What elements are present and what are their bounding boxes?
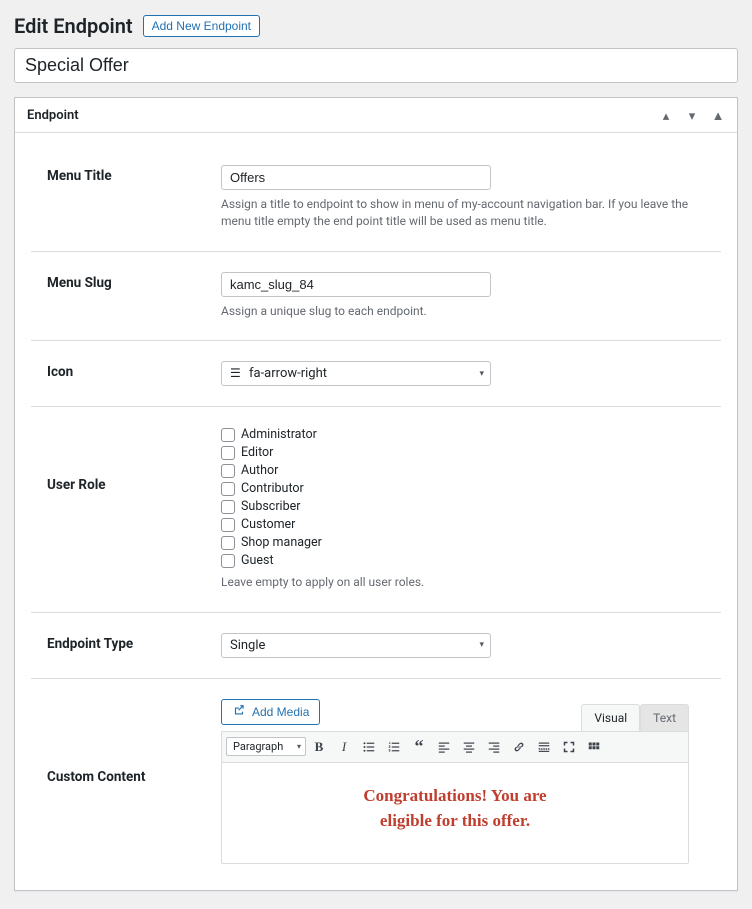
add-new-endpoint-button[interactable]: Add New Endpoint	[143, 15, 260, 37]
page-title: Edit Endpoint	[14, 14, 133, 38]
role-option-editor[interactable]: Editor	[221, 445, 721, 460]
metabox-title: Endpoint	[27, 108, 79, 123]
endpoint-type-select[interactable]: Single ▾	[221, 633, 491, 658]
checkbox-icon[interactable]	[221, 554, 235, 568]
media-icon	[232, 704, 246, 720]
role-option-author[interactable]: Author	[221, 463, 721, 478]
tab-visual[interactable]: Visual	[581, 704, 640, 731]
editor-content-area[interactable]: Congratulations! You are eligible for th…	[222, 763, 688, 863]
content-line-2: eligible for this offer.	[380, 811, 530, 830]
toggle-panel-button[interactable]: ▲	[707, 104, 729, 126]
endpoint-title-input[interactable]	[14, 48, 738, 83]
insert-more-button[interactable]	[532, 735, 556, 759]
bulleted-list-button[interactable]	[357, 735, 381, 759]
menu-title-row: Menu Title Assign a title to endpoint to…	[31, 145, 721, 252]
role-label: Contributor	[241, 481, 304, 496]
numbered-list-button[interactable]	[382, 735, 406, 759]
chevron-down-icon: ▾	[689, 109, 696, 122]
endpoint-type-row: Endpoint Type Single ▾	[31, 613, 721, 679]
role-label: Shop manager	[241, 535, 322, 550]
role-label: Guest	[241, 553, 274, 568]
custom-content-row: Custom Content Add Media Visual Text	[31, 679, 721, 884]
endpoint-type-value: Single	[230, 638, 265, 653]
role-label: Subscriber	[241, 499, 301, 514]
checkbox-icon[interactable]	[221, 518, 235, 532]
menu-slug-help: Assign a unique slug to each endpoint.	[221, 303, 711, 320]
rich-text-editor: Add Media Visual Text Paragraph ▾	[221, 699, 689, 864]
menu-title-input[interactable]	[221, 165, 491, 190]
role-option-shop-manager[interactable]: Shop manager	[221, 535, 721, 550]
menu-title-help: Assign a title to endpoint to show in me…	[221, 196, 711, 231]
editor-toolbar: Paragraph ▾ B I “	[222, 732, 688, 763]
checkbox-icon[interactable]	[221, 428, 235, 442]
caret-down-icon: ▾	[479, 369, 484, 379]
user-role-help: Leave empty to apply on all user roles.	[221, 574, 711, 591]
user-role-label: User Role	[31, 427, 221, 493]
add-media-label: Add Media	[252, 705, 309, 719]
icon-label: Icon	[31, 361, 221, 380]
menu-title-label: Menu Title	[31, 165, 221, 184]
caret-up-icon: ▲	[712, 109, 725, 122]
toolbar-toggle-button[interactable]	[582, 735, 606, 759]
add-media-button[interactable]: Add Media	[221, 699, 320, 725]
role-option-contributor[interactable]: Contributor	[221, 481, 721, 496]
role-option-administrator[interactable]: Administrator	[221, 427, 721, 442]
icon-row: Icon ☰ fa-arrow-right ▾	[31, 341, 721, 407]
menu-slug-label: Menu Slug	[31, 272, 221, 291]
role-label: Administrator	[241, 427, 317, 442]
checkbox-icon[interactable]	[221, 536, 235, 550]
user-role-row: User Role Administrator Editor Author Co…	[31, 407, 721, 612]
role-option-customer[interactable]: Customer	[221, 517, 721, 532]
role-label: Editor	[241, 445, 273, 460]
move-down-button[interactable]: ▾	[681, 104, 703, 126]
tab-text[interactable]: Text	[640, 704, 689, 731]
icon-select[interactable]: ☰ fa-arrow-right ▾	[221, 361, 491, 386]
menu-slug-row: Menu Slug Assign a unique slug to each e…	[31, 252, 721, 341]
endpoint-type-label: Endpoint Type	[31, 633, 221, 652]
format-label: Paragraph	[233, 740, 283, 753]
align-right-button[interactable]	[482, 735, 506, 759]
checkbox-icon[interactable]	[221, 500, 235, 514]
role-label: Author	[241, 463, 278, 478]
content-line-1: Congratulations! You are	[363, 786, 546, 805]
italic-button[interactable]: I	[332, 735, 356, 759]
link-button[interactable]	[507, 735, 531, 759]
format-select[interactable]: Paragraph ▾	[226, 737, 306, 756]
editor-tabs: Visual Text	[581, 704, 689, 731]
role-option-subscriber[interactable]: Subscriber	[221, 499, 721, 514]
bold-button[interactable]: B	[307, 735, 331, 759]
role-option-guest[interactable]: Guest	[221, 553, 721, 568]
align-center-button[interactable]	[457, 735, 481, 759]
page-header: Edit Endpoint Add New Endpoint	[14, 14, 738, 38]
metabox-actions: ▴ ▾ ▲	[655, 104, 729, 126]
icon-selected-value: fa-arrow-right	[249, 366, 327, 381]
move-up-button[interactable]: ▴	[655, 104, 677, 126]
endpoint-metabox: Endpoint ▴ ▾ ▲ Menu Title Assign a title…	[14, 97, 738, 891]
caret-down-icon: ▾	[479, 640, 484, 650]
user-role-list: Administrator Editor Author Contributor …	[221, 427, 721, 568]
checkbox-icon[interactable]	[221, 446, 235, 460]
menu-slug-input[interactable]	[221, 272, 491, 297]
blockquote-button[interactable]: “	[407, 735, 431, 759]
metabox-header: Endpoint ▴ ▾ ▲	[15, 98, 737, 133]
checkbox-icon[interactable]	[221, 482, 235, 496]
role-label: Customer	[241, 517, 295, 532]
checkbox-icon[interactable]	[221, 464, 235, 478]
fullscreen-button[interactable]	[557, 735, 581, 759]
caret-down-icon: ▾	[297, 742, 301, 751]
custom-content-label: Custom Content	[31, 699, 221, 864]
chevron-up-icon: ▴	[663, 109, 670, 122]
bars-icon: ☰	[230, 366, 241, 381]
align-left-button[interactable]	[432, 735, 456, 759]
